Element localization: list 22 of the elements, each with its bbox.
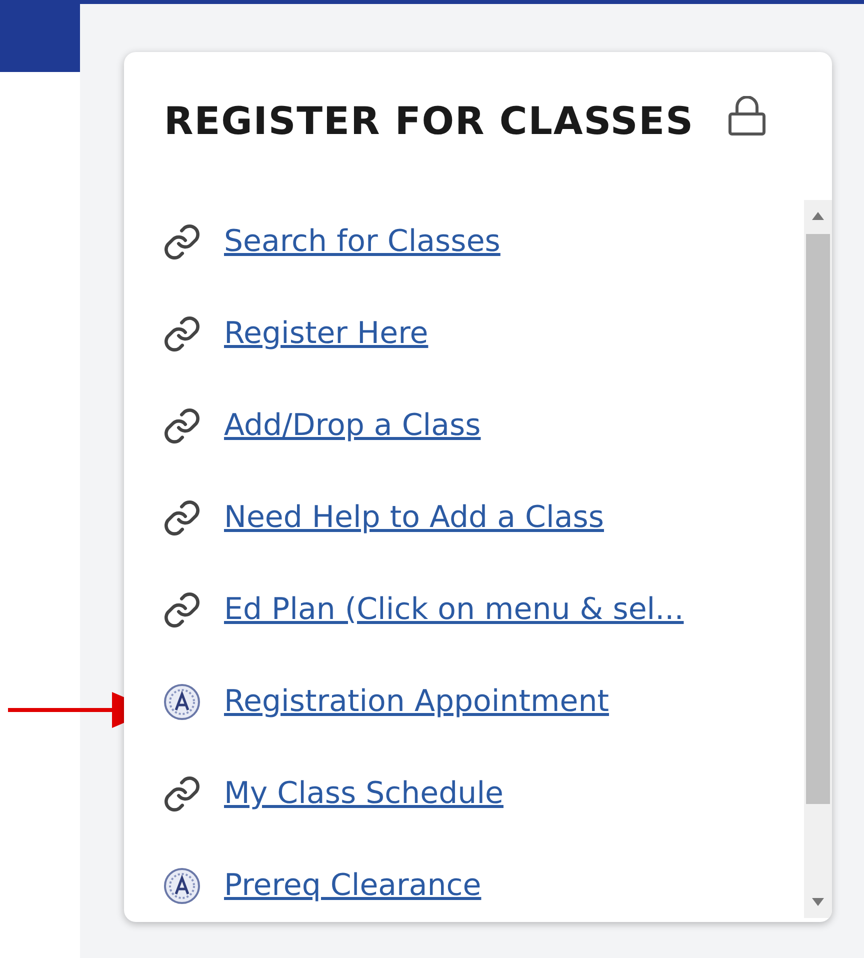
nav-link[interactable]: Registration Appointment	[224, 683, 609, 721]
seal-icon	[162, 682, 202, 722]
nav-link[interactable]: Register Here	[224, 315, 428, 353]
nav-link[interactable]: Need Help to Add a Class	[224, 499, 604, 537]
scroll-up-icon[interactable]	[812, 212, 824, 220]
link-icon	[162, 406, 202, 446]
scroll-down-icon[interactable]	[812, 898, 824, 906]
card-title: REGISTER FOR CLASSES	[164, 102, 694, 140]
link-icon	[162, 222, 202, 262]
link-icon	[162, 590, 202, 630]
nav-link[interactable]: My Class Schedule	[224, 775, 504, 813]
nav-link[interactable]: Prereq Clearance	[224, 867, 482, 905]
link-icon	[162, 498, 202, 538]
nav-link[interactable]: Add/Drop a Class	[224, 407, 481, 445]
link-icon	[162, 314, 202, 354]
scroll-thumb[interactable]	[806, 234, 830, 804]
nav-link[interactable]: Search for Classes	[224, 223, 500, 261]
nav-link[interactable]: Ed Plan (Click on menu & sel...	[224, 591, 684, 629]
link-icon	[162, 774, 202, 814]
lock-icon	[728, 96, 766, 136]
seal-icon	[162, 866, 202, 906]
scrollbar[interactable]	[804, 200, 832, 918]
